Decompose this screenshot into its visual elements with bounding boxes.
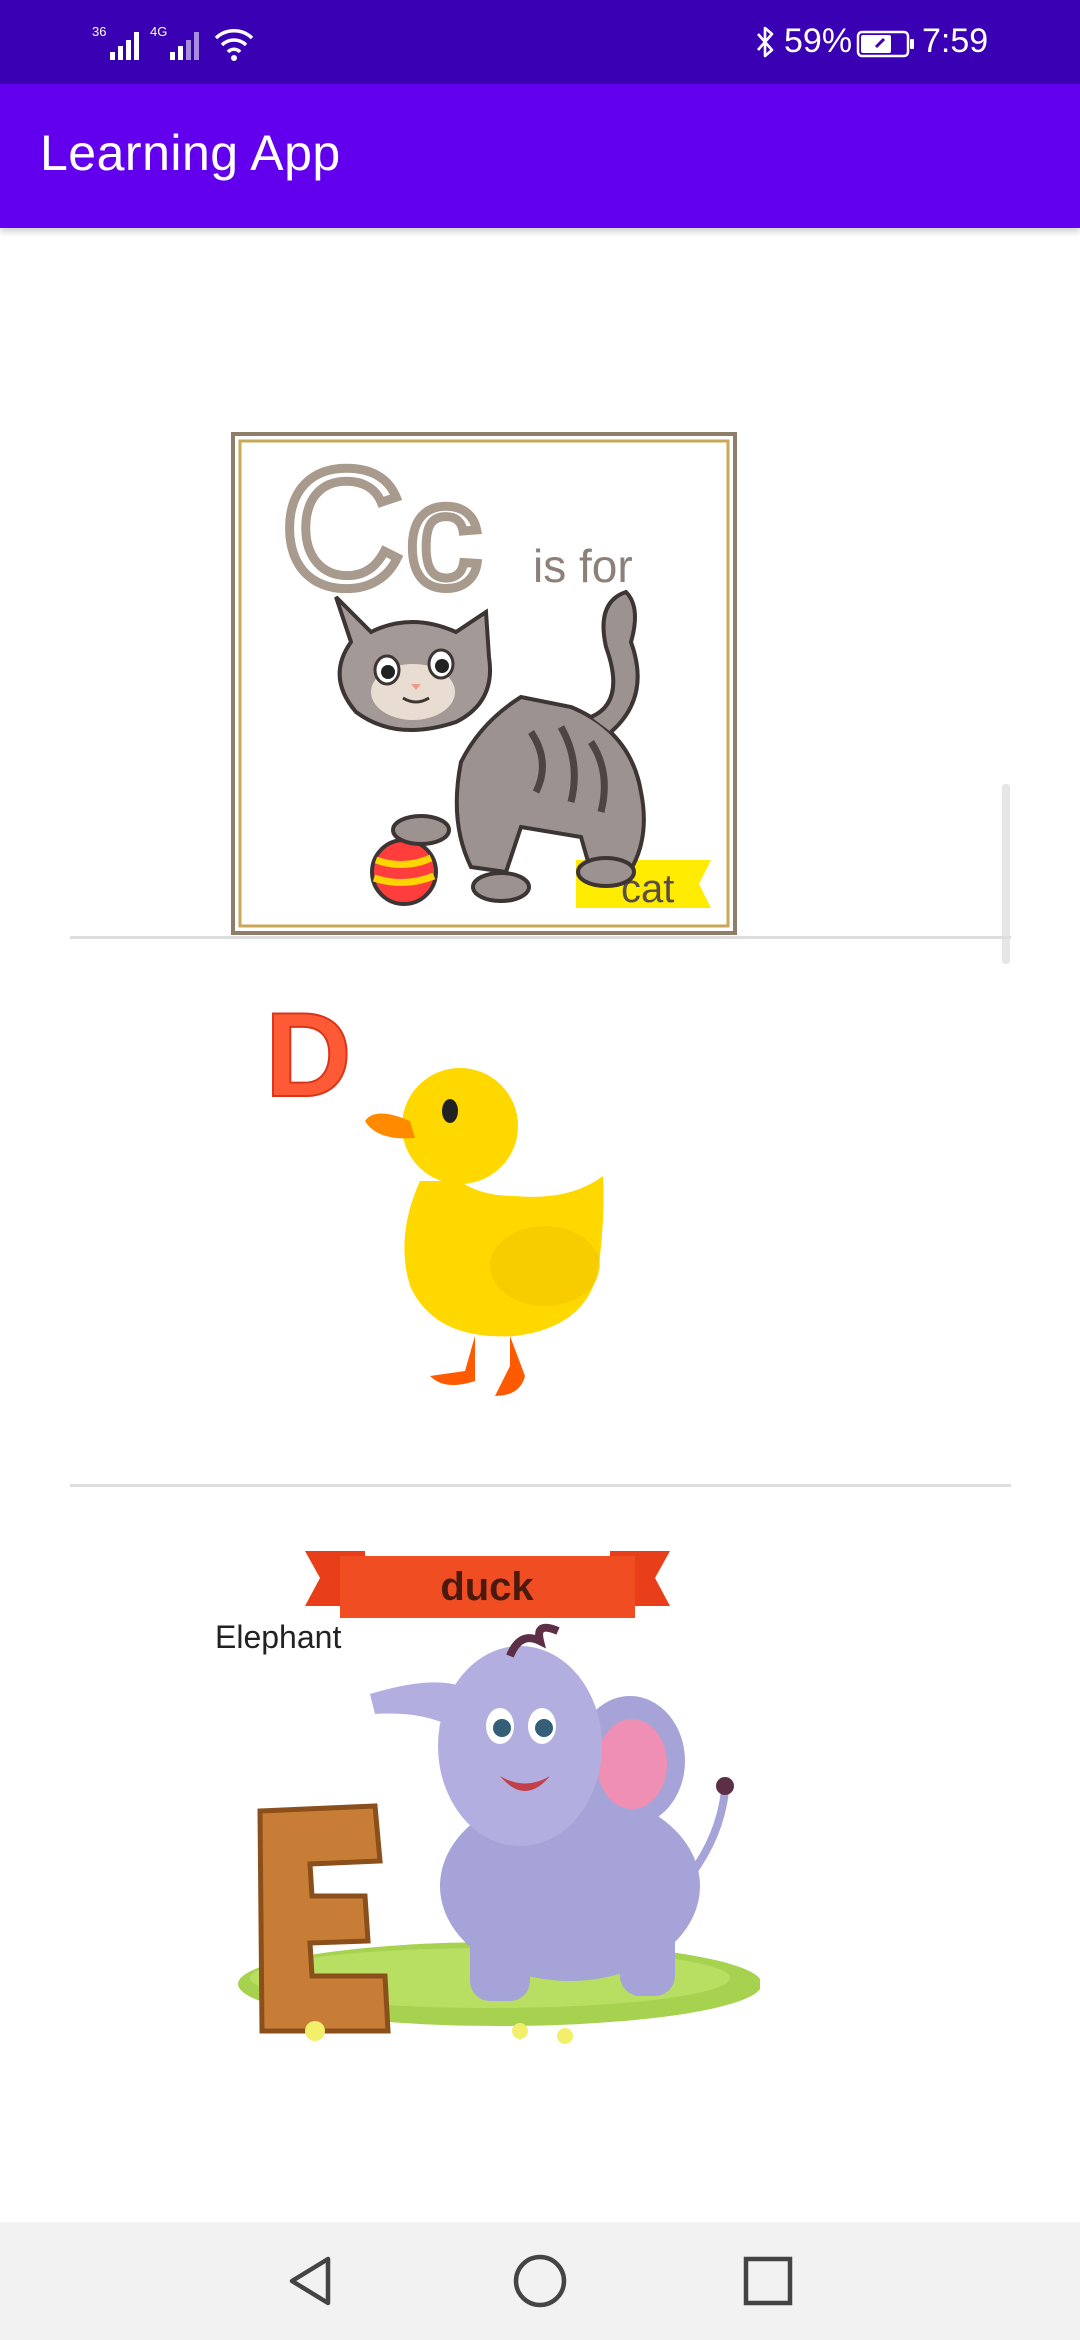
divider	[70, 1484, 1011, 1487]
app-title: Learning App	[40, 125, 341, 181]
home-button[interactable]	[480, 2222, 600, 2340]
app-bar: Learning App	[0, 84, 1080, 228]
duck-illustration: D duck	[264, 987, 670, 1618]
list-item-duck[interactable]: D duck	[264, 987, 685, 1676]
home-icon	[513, 2254, 567, 2308]
cat-illustration: C c is for cat	[231, 430, 737, 935]
recents-button[interactable]	[708, 2222, 828, 2340]
bluetooth-icon	[757, 26, 774, 58]
caption-text: is for	[533, 540, 633, 592]
recents-icon	[743, 2256, 793, 2306]
divider	[70, 936, 1011, 939]
signal-2-label: 4G	[150, 24, 167, 39]
letter-upper: C	[281, 434, 404, 624]
clock: 7:59	[922, 22, 989, 60]
battery-icon	[856, 30, 914, 58]
navigation-bar	[0, 2222, 1080, 2340]
letter-e: E	[210, 1576, 211, 1578]
back-icon	[289, 2256, 331, 2306]
elephant-illustration: Elephant E	[210, 1576, 762, 2044]
list-item-cat[interactable]: C c is for cat	[231, 430, 737, 935]
wifi-icon	[214, 29, 254, 61]
back-button[interactable]	[250, 2222, 370, 2340]
letter-list[interactable]: C c is for cat D duck Elephant E	[0, 228, 1080, 2228]
battery-percent: 59%	[784, 22, 853, 60]
letter-d: D	[265, 996, 352, 1122]
word-label: Elephant	[215, 1619, 341, 1655]
signal-1-label: 36	[92, 24, 106, 39]
status-bar: 36 4G 59% 7:59	[0, 0, 1080, 84]
letter-lower: c	[406, 451, 481, 619]
list-item-elephant[interactable]: Elephant E	[200, 1576, 762, 2051]
